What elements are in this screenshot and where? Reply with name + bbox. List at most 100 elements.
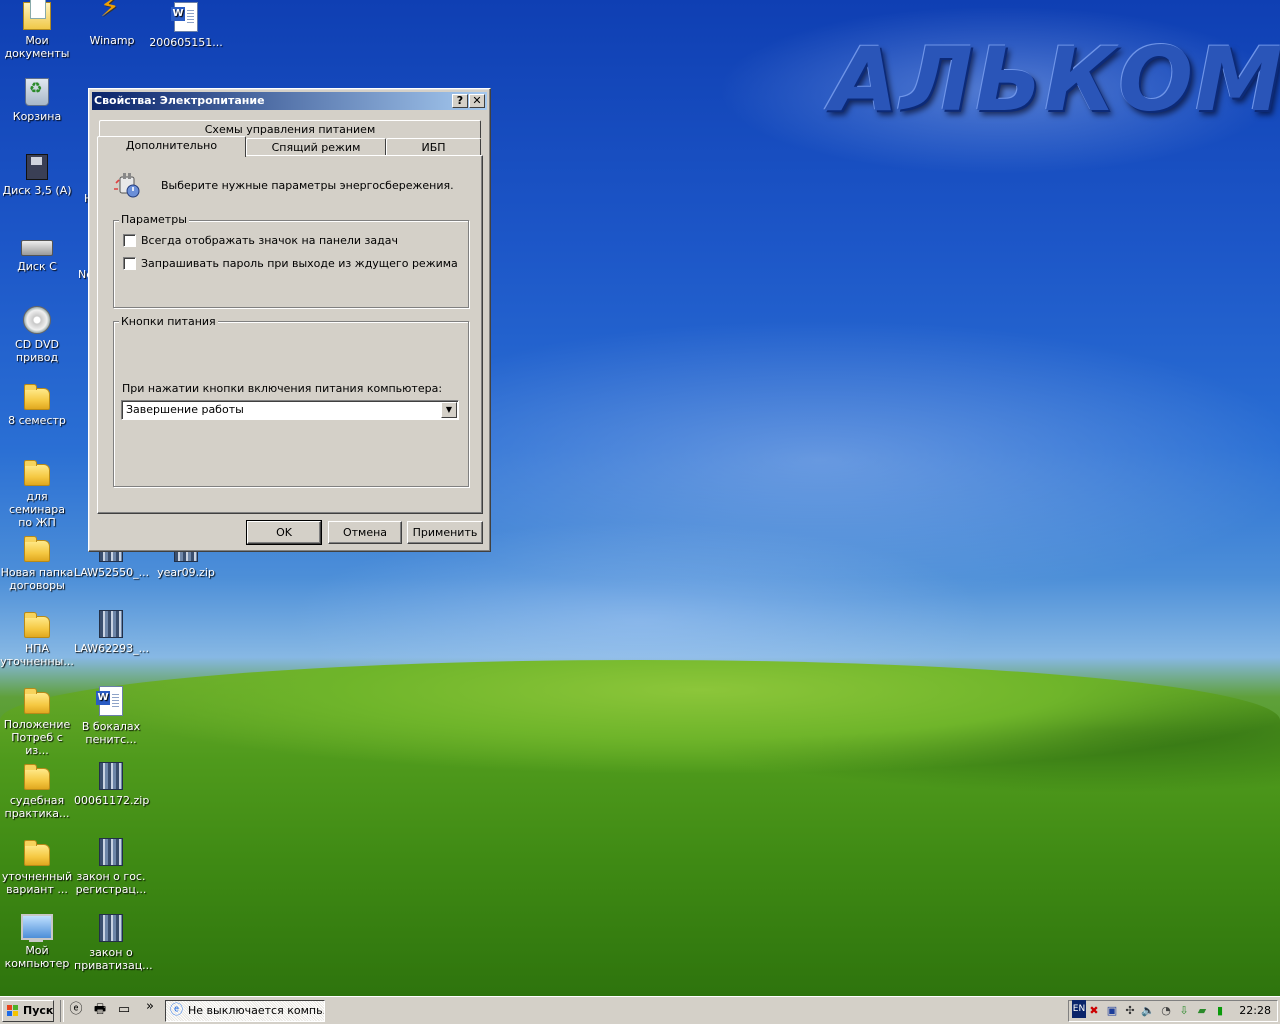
folder-icon bbox=[24, 764, 50, 790]
dialog-titlebar[interactable]: Свойства: Электропитание ? ✕ bbox=[92, 92, 487, 110]
show-tray-icon-checkbox[interactable] bbox=[123, 234, 136, 247]
desktop-icon-label: для семинара по ЖП bbox=[9, 490, 65, 529]
apply-button[interactable]: Применить bbox=[407, 521, 483, 544]
help-button[interactable]: ? bbox=[452, 94, 468, 108]
tab-label: ИБП bbox=[421, 141, 446, 154]
battery-tray-icon[interactable]: ▮ bbox=[1213, 1004, 1227, 1018]
chevron-down-icon[interactable]: ▼ bbox=[441, 402, 457, 418]
start-button[interactable]: Пуск bbox=[2, 1000, 54, 1022]
my-documents-icon bbox=[23, 0, 51, 30]
power-properties-dialog: Свойства: Электропитание ? ✕ Схемы управ… bbox=[88, 88, 491, 552]
word-document-icon bbox=[96, 686, 123, 716]
desktop-icon-floppy[interactable]: Диск 3,5 (A) bbox=[0, 154, 74, 197]
hills-background bbox=[0, 660, 1280, 996]
desktop-icon-zakon-privat[interactable]: закон о приватизац... bbox=[74, 914, 153, 972]
desktop-icon-folder-polozhenie[interactable]: Положение Потреб с из... bbox=[0, 686, 74, 757]
tab-hibernate[interactable]: Спящий режим bbox=[246, 138, 386, 156]
taskbar: Пуск ⓔ 🖶 ▭ » ⓔ Не выключается компь... ✖… bbox=[0, 996, 1280, 1024]
system-tray: ✖ ▣ ✣ 🔈 ◔ ⇩ ▰ ▮ 22:28 bbox=[1068, 1000, 1278, 1022]
power-buttons-group-label: Кнопки питания bbox=[119, 315, 218, 328]
archive-icon bbox=[99, 838, 123, 866]
antivirus-tray-icon[interactable]: ✖ bbox=[1087, 1004, 1101, 1018]
brand-logo-text: АЛЬКОМ bbox=[830, 28, 1280, 131]
desktop-icon-folder-utochnenny[interactable]: уточненный вариант ... bbox=[0, 838, 74, 896]
winamp-icon bbox=[98, 0, 126, 30]
folder-icon bbox=[24, 612, 50, 638]
desktop-icon-label: 200605151... bbox=[149, 36, 223, 49]
desktop-icon-my-computer[interactable]: Мой компьютер bbox=[0, 914, 74, 970]
tab-ups[interactable]: ИБП bbox=[386, 138, 481, 156]
desktop-icon-label: закон о приватизац... bbox=[74, 946, 153, 972]
desktop-icon-cd-drive[interactable]: CD DVD привод bbox=[0, 306, 74, 364]
desktop-icon-zakon-gos[interactable]: закон о гос. регистрац... bbox=[74, 838, 148, 896]
folder-icon bbox=[24, 688, 50, 714]
desktop-icon-label: 00061172.zip bbox=[74, 794, 150, 807]
tab-advanced[interactable]: Дополнительно bbox=[97, 136, 246, 157]
update-tray-icon[interactable]: ⇩ bbox=[1177, 1004, 1191, 1018]
power-button-action-select[interactable]: Завершение работы ▼ bbox=[121, 400, 459, 420]
my-computer-icon bbox=[21, 914, 53, 942]
network-tray-icon[interactable]: ▣ bbox=[1105, 1004, 1119, 1018]
power-button-action-value: Завершение работы bbox=[126, 403, 244, 416]
desktop-icon-label: уточненный вариант ... bbox=[1, 870, 73, 896]
prompt-password-checkbox[interactable] bbox=[123, 257, 136, 270]
hard-drive-icon bbox=[21, 240, 53, 256]
desktop-icon-label: Корзина bbox=[12, 110, 62, 123]
desktop-icon-drive-c[interactable]: Диск C bbox=[0, 230, 74, 273]
desktop-icon-law62293[interactable]: LAW62293_... bbox=[74, 610, 150, 655]
power-button-prompt: При нажатии кнопки включения питания ком… bbox=[122, 382, 443, 395]
internet-explorer-icon: ⓔ bbox=[170, 1003, 184, 1018]
folder-icon bbox=[24, 536, 50, 562]
desktop-icon-label: Положение Потреб с из... bbox=[3, 718, 71, 757]
cd-drive-icon bbox=[23, 306, 51, 334]
desktop-icon-label: закон о гос. регистрац... bbox=[75, 870, 147, 896]
parameters-group-label: Параметры bbox=[119, 213, 189, 226]
desktop-icon-label: Новая папка договоры bbox=[0, 566, 74, 592]
desktop-icon-label: LAW62293_... bbox=[74, 642, 150, 655]
desktop-icon-folder-8-semester[interactable]: 8 семестр bbox=[0, 382, 74, 427]
taskbar-clock[interactable]: 22:28 bbox=[1239, 1004, 1271, 1018]
desktop-icon-label: CD DVD привод bbox=[15, 338, 59, 364]
cancel-button[interactable]: Отмена bbox=[328, 521, 402, 544]
desktop-icon-label: В бокалах пенитс... bbox=[81, 720, 141, 746]
close-button[interactable]: ✕ bbox=[469, 94, 485, 108]
ok-button[interactable]: OK bbox=[246, 520, 322, 545]
connection-tray-icon[interactable]: ✣ bbox=[1123, 1004, 1137, 1018]
desktop-show-icon[interactable]: 🖶 bbox=[92, 1002, 108, 1018]
desktop-icon-zip-00061172[interactable]: 00061172.zip bbox=[74, 762, 150, 807]
tab-label: Спящий режим bbox=[271, 141, 361, 154]
start-label: Пуск bbox=[23, 1004, 54, 1017]
clock-tray-icon[interactable]: ◔ bbox=[1159, 1004, 1173, 1018]
drive-quicklaunch-icon[interactable]: ▭ bbox=[116, 1002, 132, 1018]
intro-text: Выберите нужные параметры энергосбережен… bbox=[161, 179, 454, 192]
floppy-drive-icon bbox=[26, 154, 48, 180]
archive-icon bbox=[99, 762, 123, 790]
desktop-icon-folder-npa[interactable]: НПА уточненны... bbox=[0, 610, 74, 668]
desktop-icon-word-doc-2[interactable]: В бокалах пенитс... bbox=[74, 686, 148, 746]
volume-tray-icon[interactable]: 🔈 bbox=[1141, 1004, 1155, 1018]
desktop-icon-folder-new[interactable]: Новая папка договоры bbox=[0, 534, 74, 592]
archive-icon bbox=[99, 914, 123, 942]
desktop-icon-recycle-bin[interactable]: Корзина bbox=[0, 78, 74, 123]
taskbar-window-label: Не выключается компь... bbox=[188, 1004, 325, 1017]
word-document-icon bbox=[171, 2, 198, 32]
desktop-icon-folder-seminar[interactable]: для семинара по ЖП bbox=[0, 458, 74, 529]
power-tray-icon[interactable]: ▰ bbox=[1195, 1004, 1209, 1018]
windows-logo-icon bbox=[7, 1005, 19, 1017]
archive-icon bbox=[99, 610, 123, 638]
desktop-icon-label: Мой компьютер bbox=[4, 944, 70, 970]
desktop-icon-folder-sudebnaya[interactable]: судебная практика... bbox=[0, 762, 74, 820]
desktop-icon-label: Диск 3,5 (A) bbox=[2, 184, 72, 197]
taskbar-window-button[interactable]: ⓔ Не выключается компь... bbox=[165, 1000, 325, 1022]
taskbar-divider bbox=[60, 1000, 64, 1022]
language-indicator[interactable]: EN bbox=[1072, 1000, 1086, 1018]
desktop-icon-word-doc-1[interactable]: 200605151... bbox=[149, 2, 223, 49]
internet-explorer-icon[interactable]: ⓔ bbox=[68, 1002, 84, 1018]
desktop-icon-label: НПА уточненны... bbox=[0, 642, 74, 668]
desktop-icon-my-documents[interactable]: Мои документы bbox=[0, 0, 74, 60]
desktop-icon-label: LAW52550_... bbox=[74, 566, 150, 579]
tab-label: Схемы управления питанием bbox=[204, 123, 376, 136]
quicklaunch-chevron[interactable]: » bbox=[142, 999, 158, 1015]
folder-icon bbox=[24, 384, 50, 410]
desktop-icon-winamp[interactable]: Winamp bbox=[75, 0, 149, 47]
